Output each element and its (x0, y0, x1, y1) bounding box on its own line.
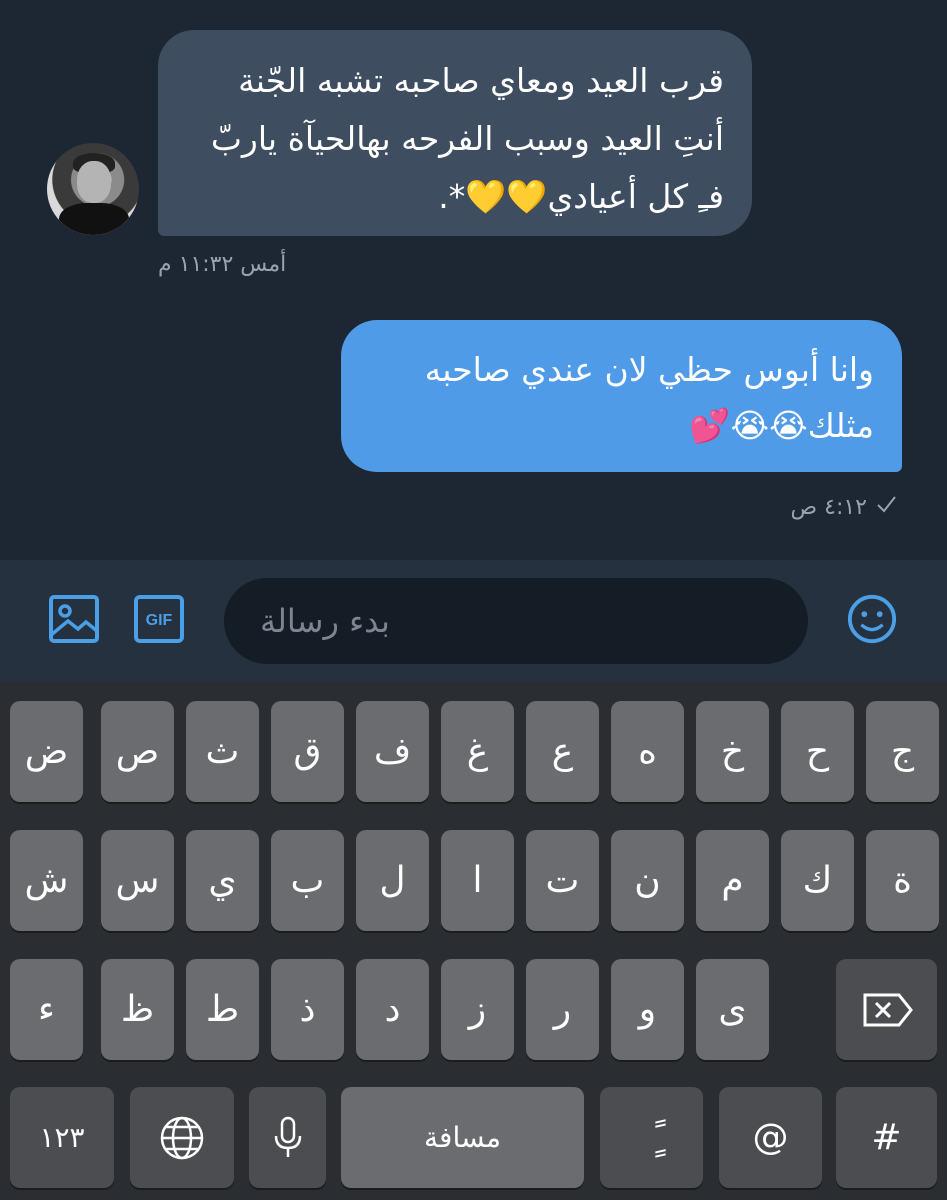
mic-key[interactable] (249, 1087, 326, 1188)
hash-key[interactable]: # (836, 1087, 937, 1188)
key-letter[interactable]: ض (10, 701, 83, 802)
message-line: قرب العيد ومعاي صاحبه تشبه الجّنة (238, 61, 724, 100)
key-letter[interactable]: ذ (271, 959, 344, 1060)
key-letter[interactable]: ث (186, 701, 259, 802)
backspace-key[interactable] (836, 959, 937, 1060)
avatar[interactable] (47, 143, 139, 235)
incoming-timestamp: أمس ١١:٣٢ م (158, 252, 287, 277)
backspace-icon (863, 993, 913, 1026)
key-letter[interactable]: م (696, 830, 769, 931)
key-letter[interactable]: و (611, 959, 684, 1060)
message-input-placeholder: بدء رسالة (260, 602, 390, 640)
key-letter[interactable]: غ (441, 701, 514, 802)
globe-key[interactable] (130, 1087, 234, 1188)
key-letter[interactable]: ظ (101, 959, 174, 1060)
message-line: مثلك😭😭💕 (689, 406, 874, 445)
key-letter[interactable]: ا (441, 830, 514, 931)
key-letter[interactable]: خ (696, 701, 769, 802)
key-letter[interactable]: ط (186, 959, 259, 1060)
key-letter[interactable]: ش (10, 830, 83, 931)
key-letter[interactable]: ح (781, 701, 854, 802)
key-letter[interactable]: د (356, 959, 429, 1060)
smiley-icon[interactable] (846, 593, 898, 645)
outgoing-meta: ٤:١٢ ص (791, 493, 897, 521)
incoming-message-bubble[interactable]: قرب العيد ومعاي صاحبه تشبه الجّنة أنتِ ا… (158, 30, 752, 236)
space-key[interactable]: مسافة (341, 1087, 584, 1188)
message-line: وانا أبوس حظي لان عندي صاحبه (424, 350, 874, 389)
key-letter[interactable]: ق (271, 701, 344, 802)
chat-area: قرب العيد ومعاي صاحبه تشبه الجّنة أنتِ ا… (0, 0, 947, 560)
keyboard: جحخهعغفقثصض ةكمنتالبيسش ىورزدذطظء ١٢٣ مسافةً… (0, 682, 947, 1200)
key-letter[interactable]: ء (10, 959, 83, 1060)
key-letter[interactable]: ي (186, 830, 259, 931)
gif-label: GIF (146, 612, 173, 629)
globe-icon (160, 1116, 204, 1159)
key-letter[interactable]: ر (526, 959, 599, 1060)
key-letter[interactable]: ج (866, 701, 939, 802)
outgoing-message-bubble[interactable]: وانا أبوس حظي لان عندي صاحبه مثلك😭😭💕 (341, 320, 902, 472)
key-letter[interactable]: ف (356, 701, 429, 802)
outgoing-timestamp: ٤:١٢ ص (790, 494, 867, 520)
gif-icon[interactable]: GIF (133, 593, 185, 645)
numbers-key[interactable]: ١٢٣ (10, 1087, 114, 1188)
microphone-icon (274, 1116, 301, 1157)
key-letter[interactable]: ك (781, 830, 854, 931)
key-letter[interactable]: ى (696, 959, 769, 1060)
key-letter[interactable]: ت (526, 830, 599, 931)
key-letter[interactable]: ع (526, 701, 599, 802)
message-line: أنتِ العيد وسبب الفرحه بهالحيآة ياربّ (210, 119, 724, 158)
key-letter[interactable]: ن (611, 830, 684, 931)
key-letter[interactable]: ص (101, 701, 174, 802)
at-key[interactable]: @ (719, 1087, 822, 1188)
diacritic-key[interactable]: ًٍ (600, 1087, 703, 1188)
key-letter[interactable]: ب (271, 830, 344, 931)
key-letter[interactable]: ه (611, 701, 684, 802)
message-line: فـِ كل أعيادي💛💛*. (438, 177, 724, 216)
key-letter[interactable]: س (101, 830, 174, 931)
key-letter[interactable]: ل (356, 830, 429, 931)
check-icon (875, 493, 897, 521)
image-icon[interactable] (48, 593, 100, 645)
key-letter[interactable]: ز (441, 959, 514, 1060)
message-input[interactable]: بدء رسالة (224, 578, 808, 664)
key-letter[interactable]: ة (866, 830, 939, 931)
